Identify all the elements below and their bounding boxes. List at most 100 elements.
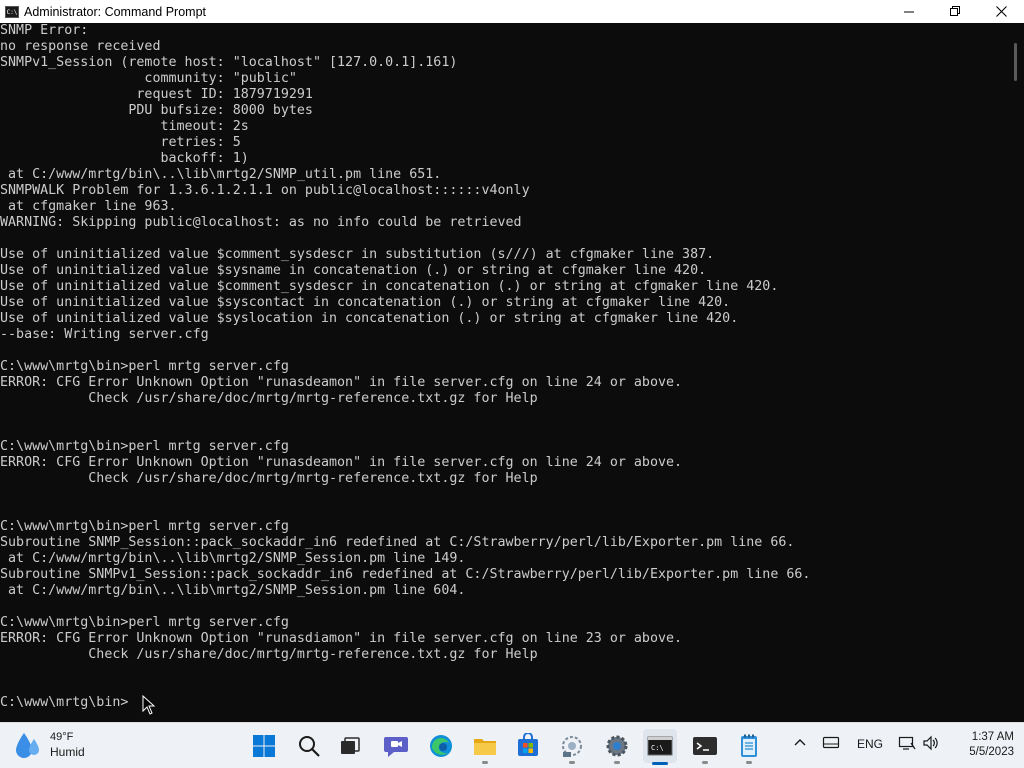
notepad-button[interactable]	[732, 729, 766, 764]
start-button[interactable]	[247, 729, 281, 763]
console-line: no response received	[0, 39, 161, 54]
console-line: timeout: 2s	[0, 119, 249, 134]
console-line: Use of uninitialized value $comment_sysd…	[0, 247, 715, 262]
window-title: Administrator: Command Prompt	[24, 4, 207, 19]
teams-chat-button[interactable]	[379, 729, 413, 763]
console-line: Check /usr/share/doc/mrtg/mrtg-reference…	[0, 471, 538, 486]
active-indicator	[652, 762, 668, 765]
chevron-up-icon	[794, 739, 806, 746]
edge-button[interactable]	[424, 729, 458, 763]
console-line: at cfgmaker line 963.	[0, 199, 177, 214]
console-line: Use of uninitialized value $syslocation …	[0, 311, 739, 326]
notepad-icon	[741, 734, 757, 757]
console-line: C:\www\mrtg\bin>perl mrtg server.cfg	[0, 519, 289, 534]
console-line: ERROR: CFG Error Unknown Option "runasde…	[0, 455, 683, 470]
file-explorer-button[interactable]	[468, 729, 502, 764]
cmd-app-icon[interactable]: C:\	[5, 5, 19, 18]
settings-button[interactable]	[600, 729, 634, 764]
display-icon	[822, 736, 840, 749]
console-line: Subroutine SNMPv1_Session::pack_sockaddr…	[0, 567, 811, 582]
svg-text:C:\: C:\	[651, 744, 664, 752]
title-bar[interactable]: C:\ Administrator: Command Prompt	[0, 0, 1024, 23]
mouse-pointer-icon	[142, 695, 156, 715]
console-line: at C:/www/mrtg/bin\..\lib\mrtg2/SNMP_Ses…	[0, 551, 466, 566]
console-line: Check /usr/share/doc/mrtg/mrtg-reference…	[0, 391, 538, 406]
console-line: PDU bufsize: 8000 bytes	[0, 103, 313, 118]
windows-logo-icon	[253, 735, 275, 757]
console-line: SNMP Error:	[0, 23, 89, 38]
console-line: community: "public"	[0, 71, 297, 86]
restore-icon	[949, 6, 960, 16]
console-line: ERROR: CFG Error Unknown Option "runasdi…	[0, 631, 683, 646]
open-indicator	[482, 761, 488, 764]
language-indicator[interactable]: ENG	[857, 737, 883, 751]
scrollbar-thumb[interactable]	[1014, 43, 1017, 81]
store-icon	[518, 733, 538, 756]
store-button[interactable]	[511, 729, 545, 763]
network-status-button[interactable]	[898, 735, 916, 754]
console-line: ERROR: CFG Error Unknown Option "runasde…	[0, 375, 683, 390]
console-line: Use of uninitialized value $syscontact i…	[0, 295, 731, 310]
minimize-icon	[903, 11, 914, 13]
network-tool-icon	[562, 736, 582, 757]
search-icon	[299, 736, 320, 757]
open-indicator	[746, 761, 752, 764]
console-line: SNMPv1_Session (remote host: "localhost"…	[0, 55, 458, 70]
command-prompt-window[interactable]: C:\ Administrator: Command Prompt SNMP E…	[0, 0, 1024, 722]
minimize-button[interactable]	[886, 0, 932, 23]
console-line: C:\www\mrtg\bin>perl mrtg server.cfg	[0, 359, 289, 374]
maximize-button[interactable]	[932, 0, 978, 23]
terminal-button[interactable]	[688, 729, 722, 764]
clock-time: 1:37 AM	[971, 731, 1014, 743]
chat-icon	[384, 737, 408, 757]
console-line: at C:/www/mrtg/bin\..\lib\mrtg2/SNMP_uti…	[0, 167, 442, 182]
close-button[interactable]	[978, 0, 1024, 23]
console-scrollbar[interactable]	[1007, 23, 1024, 722]
task-view-button[interactable]	[333, 729, 367, 763]
folder-icon	[474, 739, 496, 755]
keyboard-tray-button[interactable]	[822, 735, 840, 754]
console-text: SNMP Error: no response received SNMPv1_Se…	[0, 23, 1007, 711]
edge-icon	[430, 735, 452, 757]
console-line: --base: Writing server.cfg	[0, 327, 209, 342]
network-icon	[898, 736, 916, 750]
console-line: request ID: 1879719291	[0, 87, 313, 102]
console-line: Use of uninitialized value $comment_sysd…	[0, 279, 779, 294]
weather-widget[interactable]: 49°F Humid	[14, 729, 85, 761]
raindrop-icon	[16, 733, 39, 758]
console-line: C:\www\mrtg\bin>perl mrtg server.cfg	[0, 615, 289, 630]
show-hidden-icons-button[interactable]	[793, 735, 807, 752]
console-line: SNMPWALK Problem for 1.3.6.1.2.1.1 on pu…	[0, 183, 530, 198]
console-line: backoff: 1)	[0, 151, 249, 166]
network-tool-button[interactable]	[555, 729, 589, 764]
search-button[interactable]	[292, 729, 326, 763]
clock[interactable]: 1:37 AM 5/5/2023	[944, 730, 1014, 760]
command-prompt-button[interactable]: C:\	[643, 729, 677, 765]
taskbar: 49°F Humid C:\ ENG 1:37 AM 5/5/2023	[0, 722, 1024, 768]
console-line: Subroutine SNMP_Session::pack_sockaddr_i…	[0, 535, 795, 550]
close-icon	[995, 6, 1007, 17]
task-view-icon	[341, 737, 360, 754]
weather-description: Humid	[50, 745, 85, 759]
speaker-icon	[923, 735, 938, 751]
console-output[interactable]: SNMP Error: no response received SNMPv1_Se…	[0, 23, 1007, 722]
weather-temperature: 49°F	[50, 731, 74, 743]
console-line: at C:/www/mrtg/bin\..\lib\mrtg2/SNMP_Ses…	[0, 583, 466, 598]
terminal-icon	[693, 737, 717, 755]
clock-date: 5/5/2023	[969, 746, 1014, 758]
console-line: Use of uninitialized value $sysname in c…	[0, 263, 707, 278]
volume-button[interactable]	[922, 735, 940, 754]
open-indicator	[702, 761, 708, 764]
console-line: C:\www\mrtg\bin>perl mrtg server.cfg	[0, 439, 289, 454]
console-line: WARNING: Skipping public@localhost: as n…	[0, 215, 522, 230]
cmd-icon: C:\	[647, 736, 673, 756]
